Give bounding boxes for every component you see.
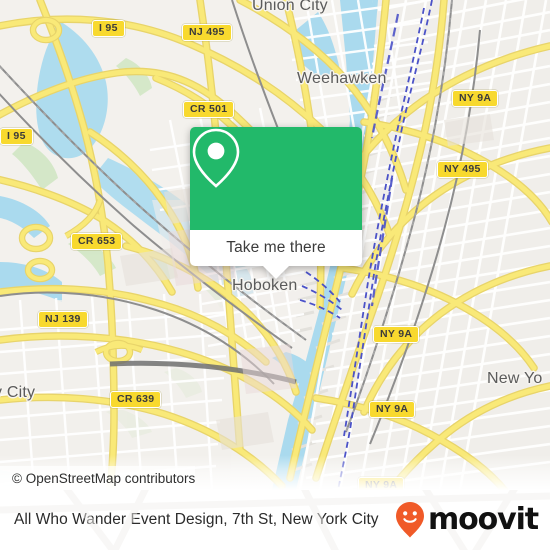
shield-cr-653[interactable]: CR 653: [71, 233, 123, 251]
shield-ny-9a-south[interactable]: NY 9A: [369, 401, 416, 419]
shield-ny-9a-bottom[interactable]: NY 9A: [358, 477, 405, 490]
shield-ny-9a-mid[interactable]: NY 9A: [373, 326, 420, 344]
shield-i-95-north[interactable]: I 95: [92, 20, 125, 38]
map-canvas[interactable]: Union City Weehawken Hoboken New Yo y Ci…: [0, 0, 550, 490]
shield-nj-495[interactable]: NJ 495: [182, 24, 232, 42]
map-screenshot: Union City Weehawken Hoboken New Yo y Ci…: [0, 0, 550, 550]
shield-ny-9a-north[interactable]: NY 9A: [452, 90, 499, 108]
card-icon-area: [190, 127, 362, 230]
moovit-pin-smiley-icon: [395, 502, 424, 538]
moovit-logo[interactable]: moovit: [395, 501, 539, 539]
shield-cr-639[interactable]: CR 639: [110, 391, 162, 409]
attribution-text[interactable]: © OpenStreetMap contributors: [12, 471, 195, 486]
footer-bar: All Who Wander Event Design, 7th St, New…: [0, 490, 550, 550]
shield-ny-495[interactable]: NY 495: [437, 161, 488, 179]
take-me-there-label: Take me there: [226, 239, 326, 256]
card-action-area[interactable]: Take me there: [190, 230, 362, 266]
shield-cr-501[interactable]: CR 501: [183, 101, 235, 119]
map-pin-icon: [192, 128, 240, 188]
location-title: All Who Wander Event Design, 7th St, New…: [14, 511, 379, 528]
moovit-wordmark: moovit: [427, 502, 539, 537]
card-pointer-tail: [263, 266, 289, 279]
location-popup-card[interactable]: Take me there: [190, 127, 362, 279]
shield-nj-139[interactable]: NJ 139: [38, 311, 88, 329]
attribution-bar: © OpenStreetMap contributors: [0, 466, 196, 490]
shield-i-95-west[interactable]: I 95: [0, 128, 33, 146]
